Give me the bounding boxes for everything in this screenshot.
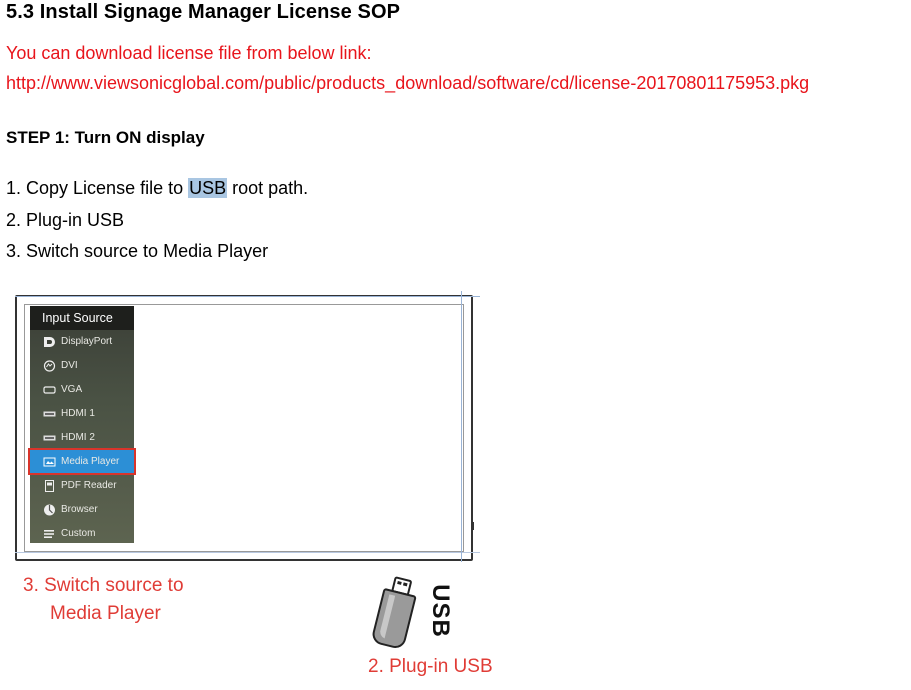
license-download-link[interactable]: http://www.viewsonicglobal.com/public/pr… [6, 73, 809, 94]
menu-item-dvi[interactable]: DVI [30, 354, 134, 378]
usb-stick-icon [372, 576, 417, 649]
displayport-icon [44, 337, 55, 347]
custom-icon [44, 530, 54, 538]
step-line-1-text-b: root path. [227, 178, 309, 198]
caption-switch-source: 3. Switch source to [23, 575, 184, 596]
step-line-1-text-a: 1. Copy License file to [6, 178, 189, 198]
menu-item-label: PDF Reader [61, 480, 117, 491]
menu-item-label: HDMI 2 [61, 432, 95, 443]
step-line-1: 1. Copy License file to USB root path. [6, 178, 308, 199]
menu-item-label: Browser [61, 504, 98, 515]
download-intro-text: You can download license file from below… [6, 43, 372, 63]
highlighted-usb-text: USB [188, 178, 228, 198]
input-source-menu-title: Input Source [30, 306, 134, 330]
menu-item-displayport[interactable]: DisplayPort [30, 330, 134, 354]
step-1-title: STEP 1: Turn ON display [6, 128, 205, 147]
dvi-icon [43, 360, 56, 372]
menu-item-label: HDMI 1 [61, 408, 95, 419]
menu-item-browser[interactable]: Browser [30, 498, 134, 522]
menu-item-hdmi-1[interactable]: HDMI 1 [30, 402, 134, 426]
browser-icon [44, 504, 55, 516]
caption-media-player: Media Player [50, 603, 161, 624]
menu-item-vga[interactable]: VGA [30, 378, 134, 402]
menu-item-custom[interactable]: Custom [30, 522, 134, 546]
selection-highlight-box [28, 448, 136, 475]
input-source-menu: Input Source DisplayPort DVI VGA HDMI 1 … [30, 306, 134, 543]
menu-item-label: DVI [61, 360, 78, 371]
step-line-3: 3. Switch source to Media Player [6, 241, 269, 261]
menu-item-pdf-reader[interactable]: PDF Reader [30, 474, 134, 498]
menu-item-label: VGA [61, 384, 83, 395]
pdf-reader-icon [45, 480, 54, 492]
step-line-2: 2. Plug-in USB [6, 210, 125, 230]
guide-line-top [15, 296, 480, 297]
usb-label: USB [427, 584, 454, 638]
display-side-button [471, 522, 474, 530]
guide-line-bottom [15, 552, 480, 553]
menu-item-hdmi-2[interactable]: HDMI 2 [30, 426, 134, 450]
page-heading: 5.3 Install Signage Manager License SOP [6, 1, 401, 23]
vga-icon [43, 386, 56, 394]
menu-item-label: Custom [61, 528, 96, 539]
menu-item-label: DisplayPort [61, 336, 113, 347]
hdmi-icon [43, 435, 56, 441]
hdmi-icon [43, 411, 56, 417]
caption-plug-in-usb: 2. Plug-in USB [368, 656, 493, 677]
guide-line-right [461, 291, 462, 562]
